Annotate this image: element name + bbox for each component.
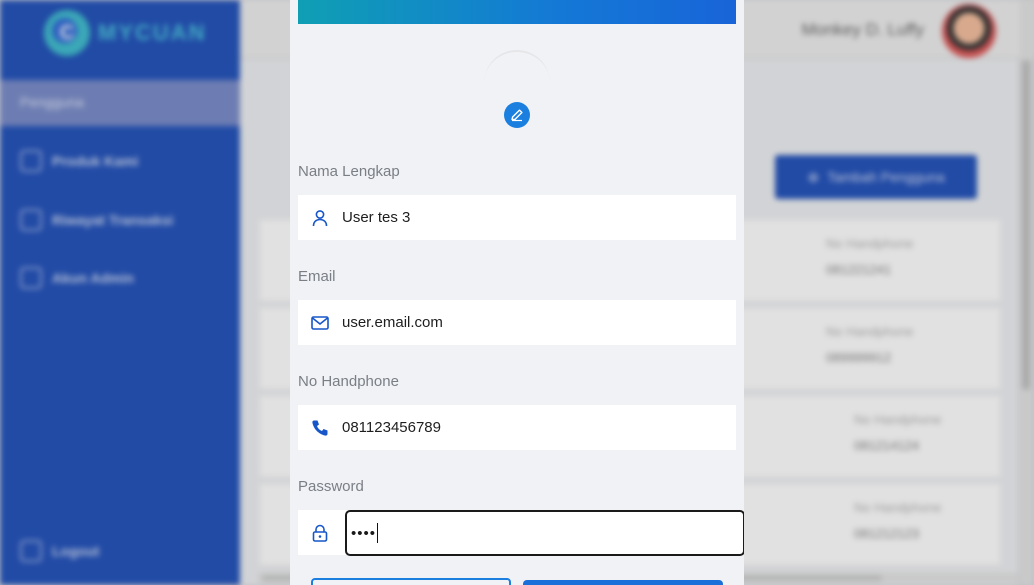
full-name-value: User tes 3 — [342, 209, 411, 226]
phone-field[interactable]: 081123456789 — [298, 405, 736, 450]
password-value: •••• — [351, 524, 377, 542]
user-icon — [298, 209, 342, 227]
phone-label: No Handphone — [298, 373, 399, 390]
text-cursor — [377, 523, 379, 543]
lock-icon — [298, 510, 342, 555]
email-value: user.email.com — [342, 314, 443, 331]
edit-photo-button[interactable] — [504, 102, 530, 128]
cancel-button[interactable] — [311, 578, 511, 585]
full-name-field[interactable]: User tes 3 — [298, 195, 736, 240]
email-label: Email — [298, 268, 336, 285]
save-button[interactable] — [523, 580, 723, 585]
password-input[interactable]: •••• — [345, 510, 744, 556]
user-edit-modal: Nama Lengkap User tes 3 Email user.email… — [290, 0, 744, 585]
full-name-label: Nama Lengkap — [298, 163, 400, 180]
password-label: Password — [298, 478, 364, 495]
mail-icon — [298, 315, 342, 330]
email-field[interactable]: user.email.com — [298, 300, 736, 345]
password-row: •••• — [298, 510, 744, 556]
modal-header-banner — [298, 0, 736, 24]
phone-value: 081123456789 — [342, 419, 441, 436]
phone-icon — [298, 419, 342, 437]
pencil-icon — [511, 109, 523, 122]
